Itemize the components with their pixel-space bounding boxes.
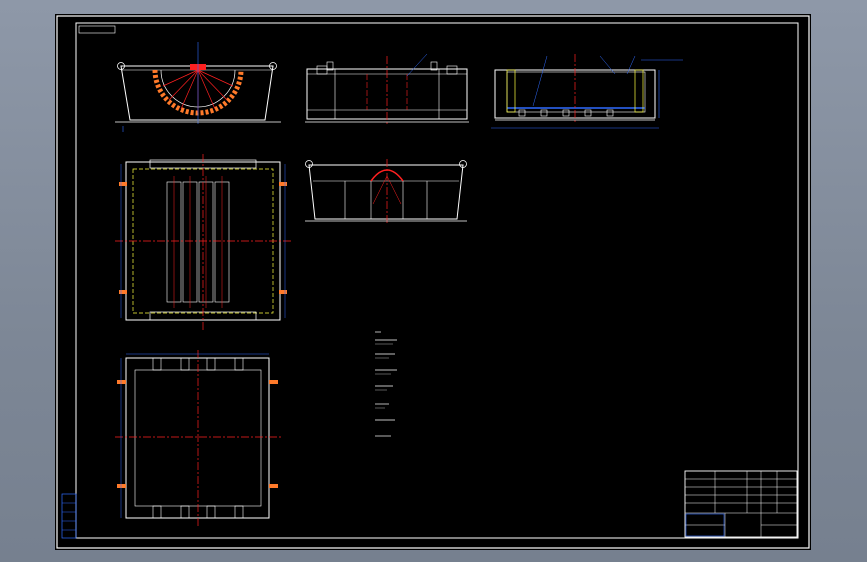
end-view[interactable] <box>305 159 467 224</box>
outer-border <box>56 15 810 549</box>
drawing-sheet[interactable] <box>55 14 811 550</box>
title-block[interactable] <box>684 470 798 538</box>
drawing-number-box <box>78 25 116 34</box>
revision-block <box>61 493 77 539</box>
drawing-canvas[interactable] <box>55 14 811 550</box>
cad-viewport[interactable] <box>0 0 867 562</box>
inner-border <box>75 22 799 539</box>
technical-notes[interactable] <box>375 331 397 437</box>
top-view-grate[interactable] <box>115 154 293 330</box>
base-frame-plan[interactable] <box>115 350 281 526</box>
front-view-2[interactable] <box>305 53 469 124</box>
side-section-view[interactable] <box>491 54 683 129</box>
front-view-semicircle[interactable] <box>115 42 281 132</box>
